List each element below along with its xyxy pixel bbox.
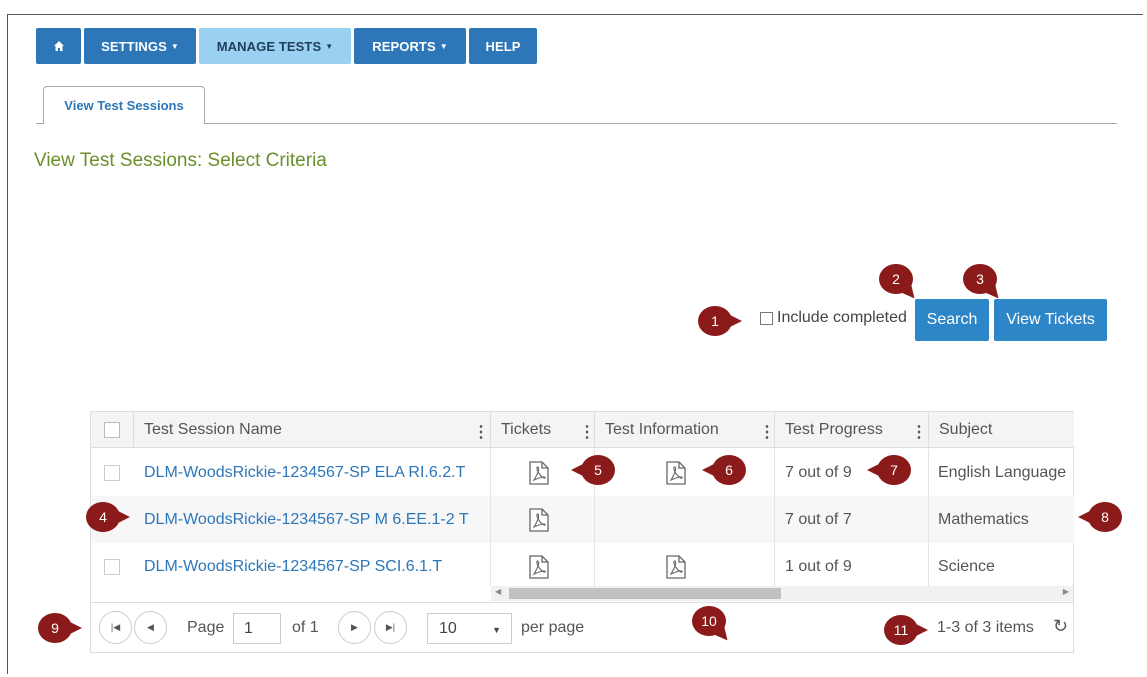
- callout-9: 9: [38, 613, 82, 643]
- header-label: Test Session Name: [144, 420, 282, 438]
- header-label: Tickets: [501, 420, 552, 438]
- prev-page-icon: ◀: [147, 622, 154, 632]
- header-label: Subject: [939, 420, 993, 438]
- callout-6: 6: [702, 455, 746, 485]
- row-checkbox[interactable]: [104, 464, 120, 481]
- first-page-button[interactable]: |◀: [99, 611, 132, 644]
- callout-2: 2: [879, 264, 913, 294]
- callout-7: 7: [867, 455, 911, 485]
- test-sessions-grid: Test Session Name ⋮ Tickets ⋮ Test Infor…: [90, 411, 1074, 653]
- header-subject[interactable]: Subject: [928, 412, 1074, 447]
- ticket-pdf-icon[interactable]: [529, 496, 549, 543]
- search-button[interactable]: Search: [915, 299, 989, 341]
- scrollbar-thumb[interactable]: [509, 588, 781, 599]
- nav-manage-tests-label: MANAGE TESTS: [216, 38, 322, 54]
- page-title: View Test Sessions: Select Criteria: [34, 150, 327, 171]
- callout-10: 10: [692, 606, 726, 636]
- scroll-left-icon[interactable]: ◀: [495, 587, 501, 596]
- subject-value: Science: [938, 557, 995, 575]
- page-label: Page: [187, 619, 225, 636]
- test-progress-value: 1 out of 9: [785, 557, 852, 575]
- column-menu-icon[interactable]: ⋮: [911, 422, 927, 442]
- session-name-link[interactable]: DLM-WoodsRickie-1234567-SP SCI.6.1.T: [144, 543, 442, 590]
- scroll-right-icon[interactable]: ▶: [1063, 587, 1069, 596]
- nav-settings[interactable]: SETTINGS ▼: [84, 28, 196, 64]
- caret-down-icon: ▼: [325, 41, 334, 51]
- first-page-icon: |◀: [110, 622, 121, 632]
- main-nav: SETTINGS ▼ MANAGE TESTS ▼ REPORTS ▼ HELP: [36, 28, 537, 64]
- callout-11: 11: [884, 615, 928, 645]
- select-all-checkbox[interactable]: [104, 421, 120, 438]
- checkbox-box[interactable]: [760, 311, 773, 325]
- test-progress-value: 7 out of 7: [785, 510, 852, 528]
- home-icon: [53, 41, 64, 51]
- nav-help[interactable]: HELP: [469, 28, 537, 64]
- per-page-value: 10: [439, 619, 457, 637]
- callout-8: 8: [1078, 502, 1122, 532]
- table-row[interactable]: DLM-WoodsRickie-1234567-SP M 6.EE.1-2 T …: [91, 496, 1074, 543]
- column-divider: [774, 449, 775, 586]
- home-button[interactable]: [36, 28, 81, 64]
- last-page-button[interactable]: ▶|: [374, 611, 407, 644]
- column-divider: [490, 449, 491, 586]
- header-test-session-name[interactable]: Test Session Name: [133, 412, 490, 447]
- caret-down-icon: ▼: [439, 41, 448, 51]
- table-row[interactable]: DLM-WoodsRickie-1234567-SP SCI.6.1.T 1 o…: [91, 543, 1074, 590]
- callout-5: 5: [571, 455, 615, 485]
- per-page-label: per page: [521, 619, 585, 636]
- callout-1: 1: [698, 306, 742, 336]
- nav-reports-label: REPORTS: [372, 38, 436, 54]
- prev-page-button[interactable]: ◀: [134, 611, 167, 644]
- column-menu-icon[interactable]: ⋮: [473, 422, 489, 442]
- nav-manage-tests[interactable]: MANAGE TESTS ▼: [199, 28, 351, 64]
- subject-value: Mathematics: [938, 510, 1029, 528]
- page-number-input[interactable]: 1: [233, 613, 281, 644]
- subject-value: English Language: [938, 463, 1067, 481]
- last-page-icon: ▶|: [385, 622, 396, 632]
- test-progress-value: 7 out of 9: [785, 463, 852, 481]
- header-label: Test Progress: [785, 420, 883, 438]
- tab-label: View Test Sessions: [64, 98, 184, 113]
- test-info-pdf-icon[interactable]: [666, 543, 686, 590]
- header-select-all[interactable]: [91, 412, 133, 447]
- caret-down-icon: ▼: [170, 41, 179, 51]
- refresh-icon[interactable]: ↻: [1053, 616, 1068, 637]
- session-name-link[interactable]: DLM-WoodsRickie-1234567-SP M 6.EE.1-2 T: [144, 496, 469, 543]
- page-count-label: of 1: [292, 619, 319, 636]
- header-test-progress[interactable]: Test Progress: [774, 412, 928, 447]
- view-tickets-button[interactable]: View Tickets: [994, 299, 1107, 341]
- nav-help-label: HELP: [485, 38, 521, 54]
- test-info-pdf-icon[interactable]: [666, 449, 686, 496]
- header-test-information[interactable]: Test Information: [594, 412, 774, 447]
- include-completed-checkbox[interactable]: Include completed: [760, 309, 907, 327]
- row-select[interactable]: [91, 449, 133, 496]
- next-page-icon: ▶: [351, 622, 358, 632]
- ticket-pdf-icon[interactable]: [529, 449, 549, 496]
- include-completed-label: Include completed: [777, 309, 907, 326]
- row-select[interactable]: [91, 543, 133, 590]
- horizontal-scrollbar[interactable]: ◀ ▶: [491, 586, 1073, 601]
- ticket-pdf-icon[interactable]: [529, 543, 549, 590]
- row-checkbox[interactable]: [104, 558, 120, 575]
- callout-4: 4: [86, 502, 130, 532]
- chevron-down-icon: ▼: [492, 625, 501, 635]
- callout-3: 3: [963, 264, 997, 294]
- header-label: Test Information: [605, 420, 719, 438]
- session-name-link[interactable]: DLM-WoodsRickie-1234567-SP ELA RI.6.2.T: [144, 449, 465, 496]
- nav-settings-label: SETTINGS: [101, 38, 167, 54]
- grid-header: Test Session Name ⋮ Tickets ⋮ Test Infor…: [91, 412, 1074, 448]
- tab-view-test-sessions[interactable]: View Test Sessions: [43, 86, 205, 124]
- column-divider: [928, 449, 929, 586]
- column-menu-icon[interactable]: ⋮: [579, 422, 595, 442]
- column-menu-icon[interactable]: ⋮: [759, 422, 775, 442]
- items-summary: 1-3 of 3 items: [937, 619, 1034, 636]
- next-page-button[interactable]: ▶: [338, 611, 371, 644]
- per-page-select[interactable]: 10 ▼: [427, 613, 512, 644]
- nav-reports[interactable]: REPORTS ▼: [354, 28, 466, 64]
